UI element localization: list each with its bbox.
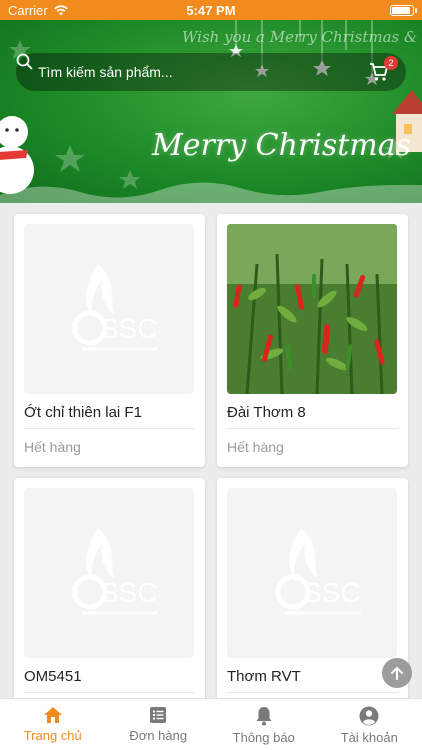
carrier-label: Carrier: [8, 2, 48, 18]
product-name: Đài Thơm 8: [227, 404, 306, 421]
tab-account[interactable]: Tài khoản: [317, 699, 422, 750]
home-icon: [43, 707, 62, 723]
tab-label: Tài khoản: [340, 730, 398, 745]
bottom-tab-bar: Trang chủ Đơn hàng Thông báo Tài khoản: [0, 698, 422, 750]
arrow-up-icon: [391, 667, 403, 680]
tab-notifications[interactable]: Thông báo: [211, 699, 317, 750]
product-grid: SSC Ớt chỉ thiên lai F1 Hết hàng Đài Thơ…: [0, 203, 422, 698]
tab-label: Thông báo: [232, 730, 295, 745]
banner-decoration: [0, 20, 422, 203]
status-bar: Carrier 5:47 PM: [0, 0, 422, 20]
product-name: Thơm RVT: [227, 668, 301, 685]
carrier-info: Carrier: [8, 3, 68, 18]
ssc-logo-text: SSC: [303, 577, 361, 608]
tab-orders[interactable]: Đơn hàng: [106, 699, 212, 750]
product-card[interactable]: SSC Ớt chỉ thiên lai F1 Hết hàng: [14, 214, 205, 467]
tab-home[interactable]: Trang chủ: [0, 699, 106, 750]
product-card[interactable]: SSC Thơm RVT: [217, 478, 408, 698]
wifi-icon: [53, 4, 68, 15]
card-divider: [24, 692, 195, 693]
card-divider: [24, 428, 195, 429]
product-status: Hết hàng: [227, 439, 284, 455]
product-image-placeholder: SSC: [24, 224, 194, 394]
banner-title: Merry Christmas: [152, 128, 412, 163]
scroll-to-top-button[interactable]: [382, 658, 412, 688]
search-input[interactable]: Tìm kiếm sản phẩm...: [38, 64, 173, 80]
list-icon: [150, 707, 167, 723]
search-icon: [16, 53, 33, 70]
product-image-chili: [227, 224, 397, 394]
christmas-banner: Wish you a Merry Christmas & Happy Merry…: [0, 20, 422, 203]
account-icon: [359, 706, 379, 726]
ssc-logo-icon: SSC: [275, 528, 361, 615]
search-bar[interactable]: Tìm kiếm sản phẩm... 2: [16, 53, 406, 91]
banner-greeting: Wish you a Merry Christmas & Happy: [182, 28, 422, 46]
chili-photo: [227, 224, 397, 394]
product-image-placeholder: SSC: [227, 488, 397, 658]
bell-icon: [256, 707, 272, 726]
battery-icon: [390, 4, 417, 16]
card-divider: [227, 428, 398, 429]
cart-button[interactable]: 2: [368, 56, 398, 83]
card-divider: [227, 692, 398, 693]
ssc-logo-icon: SSC: [72, 528, 158, 615]
product-status: Hết hàng: [24, 439, 81, 455]
product-name: OM5451: [24, 668, 82, 685]
ssc-logo-text: SSC: [100, 313, 158, 344]
product-card[interactable]: SSC OM5451: [14, 478, 205, 698]
product-card[interactable]: Đài Thơm 8 Hết hàng: [217, 214, 408, 467]
product-name: Ớt chỉ thiên lai F1: [24, 404, 142, 421]
product-image-placeholder: SSC: [24, 488, 194, 658]
ssc-logo-icon: SSC: [72, 264, 158, 351]
tab-label: Đơn hàng: [129, 728, 188, 743]
cart-badge: 2: [384, 56, 398, 70]
tab-label: Trang chủ: [23, 728, 82, 743]
ssc-logo-text: SSC: [100, 577, 158, 608]
